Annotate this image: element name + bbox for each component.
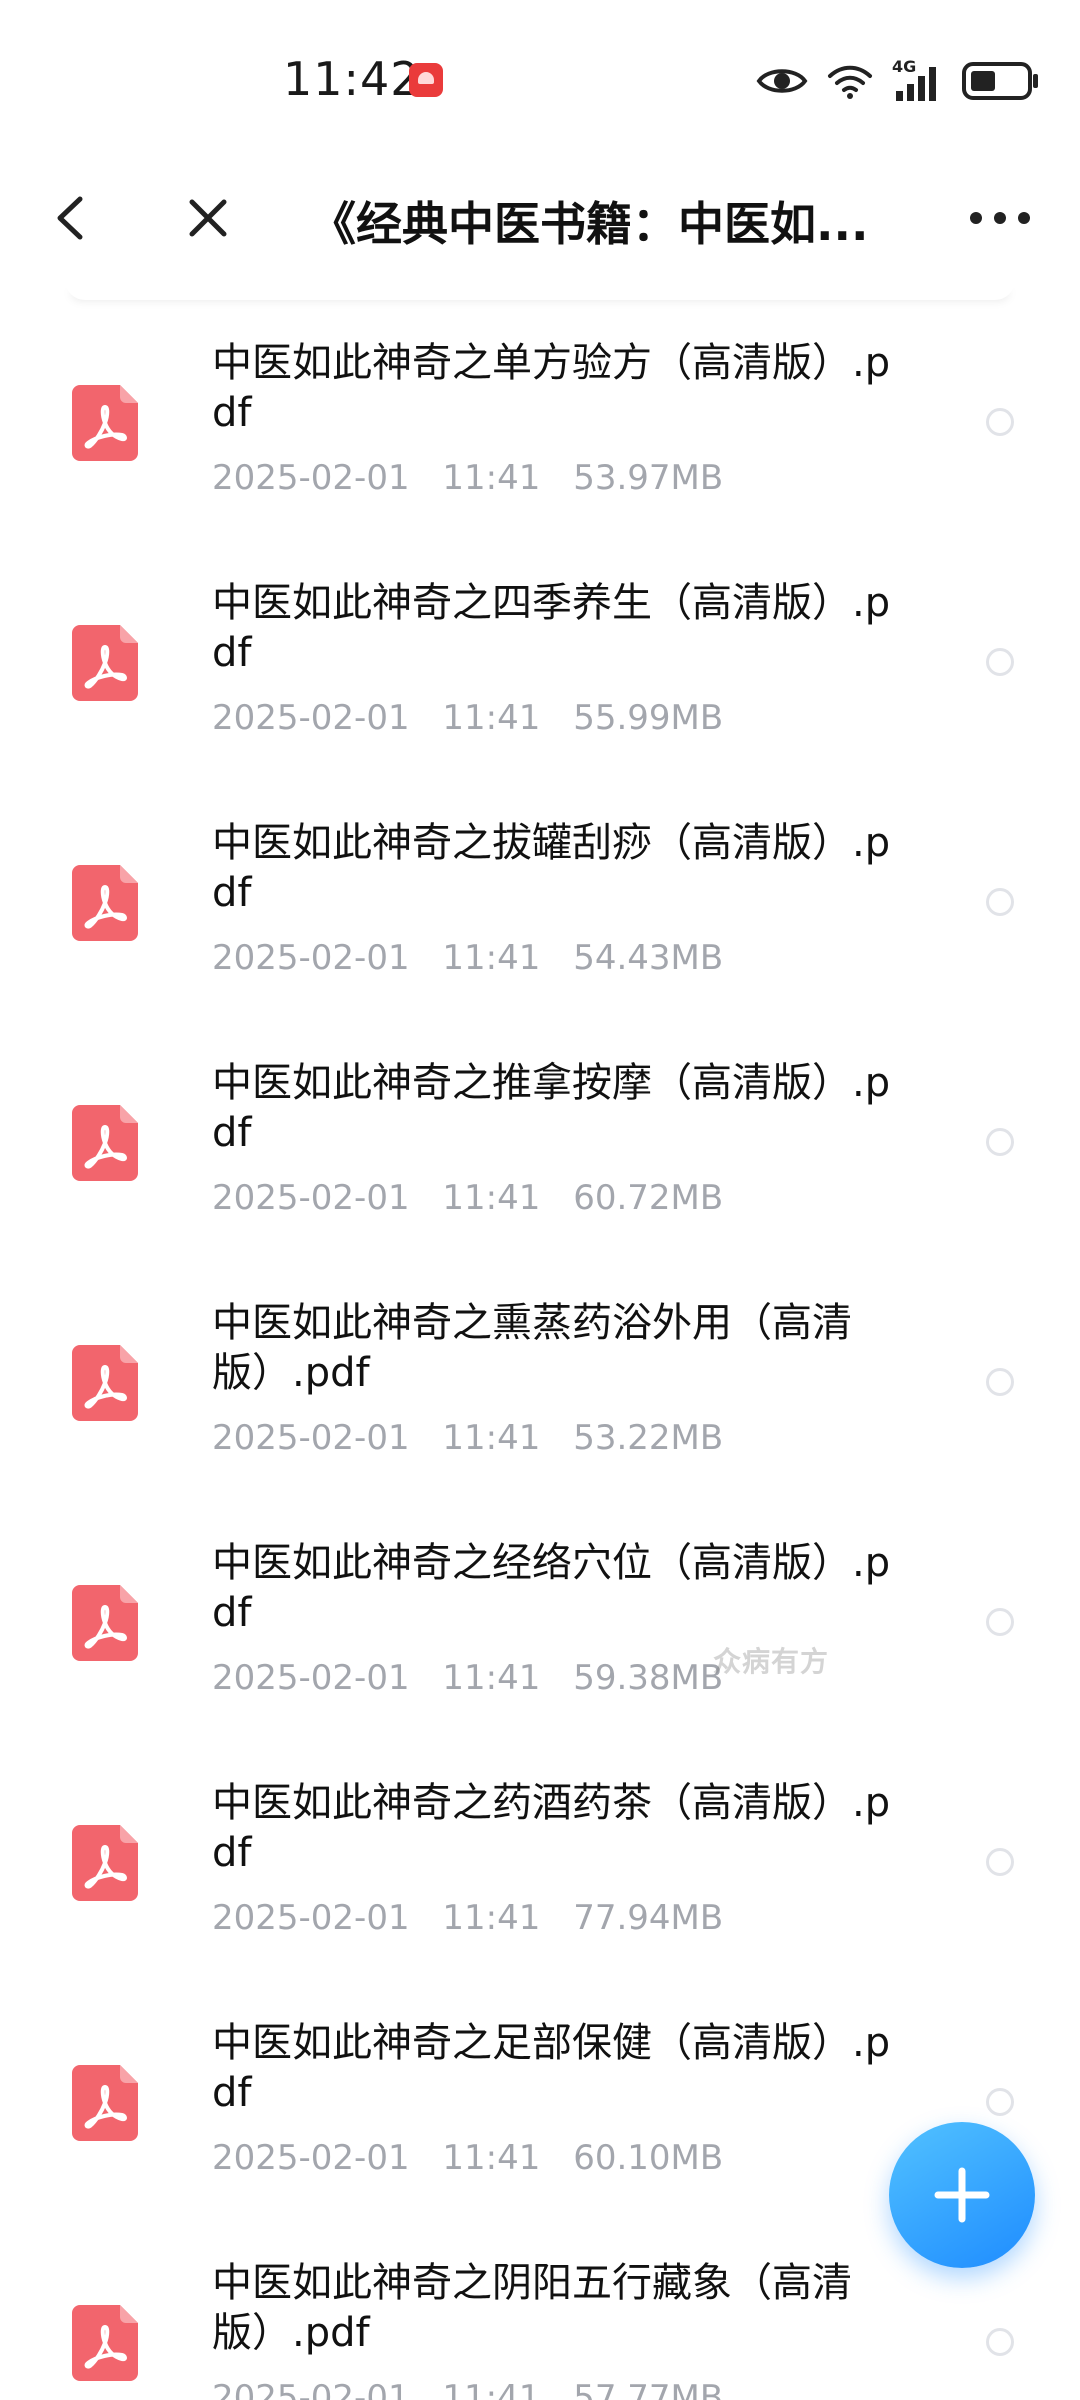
file-meta: 2025-02-01 11:41 77.94MB xyxy=(212,1898,745,1938)
pdf-file-icon xyxy=(72,1585,138,1661)
watermark-text: 众病有方 xyxy=(713,1645,830,1678)
file-size: 53.22MB xyxy=(573,1418,724,1458)
file-list-item[interactable]: 中医如此神奇之经络穴位（高清版）.pdf 2025-02-01 11:41 59… xyxy=(0,1500,1080,1740)
file-meta: 2025-02-01 11:41 59.38MB xyxy=(212,1658,745,1698)
battery-icon xyxy=(962,62,1038,100)
title-bar: 《经典中医书籍：中医如... xyxy=(0,150,1080,280)
file-date: 2025-02-01 xyxy=(212,938,410,978)
file-date: 2025-02-01 xyxy=(212,1178,410,1218)
file-list[interactable]: 中医如此神奇之单方验方（高清版）.pdf 2025-02-01 11:41 53… xyxy=(0,300,1080,2400)
select-radio[interactable] xyxy=(986,1368,1014,1396)
select-radio[interactable] xyxy=(986,408,1014,436)
file-date: 2025-02-01 xyxy=(212,698,410,738)
file-name: 中医如此神奇之单方验方（高清版）.pdf xyxy=(212,340,891,436)
file-size: 54.43MB xyxy=(573,938,724,978)
file-name: 中医如此神奇之经络穴位（高清版）.pdf xyxy=(212,1540,891,1636)
chevron-left-icon xyxy=(57,196,83,240)
file-name: 中医如此神奇之拔罐刮痧（高清版）.pdf xyxy=(212,820,891,916)
file-name: 中医如此神奇之药酒药茶（高清版）.pdf xyxy=(212,1780,891,1876)
file-list-item[interactable]: 中医如此神奇之推拿按摩（高清版）.pdf 2025-02-01 11:41 60… xyxy=(0,1020,1080,1260)
wifi-icon xyxy=(828,65,872,99)
pdf-file-icon xyxy=(72,1105,138,1181)
status-icons: 4G xyxy=(756,56,1040,106)
file-date: 2025-02-01 xyxy=(212,2378,410,2400)
file-name: 中医如此神奇之足部保健（高清版）.pdf xyxy=(212,2020,891,2116)
pdf-file-icon xyxy=(72,625,138,701)
file-time: 11:41 xyxy=(442,1178,541,1218)
pdf-file-icon xyxy=(72,865,138,941)
file-name: 中医如此神奇之四季养生（高清版）.pdf xyxy=(212,580,891,676)
file-size: 60.10MB xyxy=(573,2138,724,2178)
file-time: 11:41 xyxy=(442,2378,541,2400)
select-radio[interactable] xyxy=(986,1128,1014,1156)
file-size: 77.94MB xyxy=(573,1898,724,1938)
pdf-file-icon xyxy=(72,385,138,461)
file-list-item[interactable]: 中医如此神奇之四季养生（高清版）.pdf 2025-02-01 11:41 55… xyxy=(0,540,1080,780)
file-size: 59.38MB xyxy=(573,1658,724,1698)
select-radio[interactable] xyxy=(986,1848,1014,1876)
select-radio[interactable] xyxy=(986,2328,1014,2356)
cellular-signal: 4G xyxy=(892,57,944,103)
file-time: 11:41 xyxy=(442,2138,541,2178)
file-time: 11:41 xyxy=(442,938,541,978)
page-title: 《经典中医书籍：中医如... xyxy=(310,197,869,251)
plus-icon xyxy=(934,2167,990,2223)
file-meta: 2025-02-01 11:41 55.99MB xyxy=(212,698,745,738)
file-meta: 2025-02-01 11:41 60.72MB xyxy=(212,1178,745,1218)
file-list-item[interactable]: 中医如此神奇之药酒药茶（高清版）.pdf 2025-02-01 11:41 77… xyxy=(0,1740,1080,1980)
file-size: 55.99MB xyxy=(573,698,724,738)
file-list-item[interactable]: 中医如此神奇之单方验方（高清版）.pdf 2025-02-01 11:41 53… xyxy=(0,300,1080,540)
file-name: 中医如此神奇之熏蒸药浴外用（高清版）.pdf xyxy=(212,1300,852,1396)
file-meta: 2025-02-01 11:41 60.10MB xyxy=(212,2138,745,2178)
select-radio[interactable] xyxy=(986,648,1014,676)
file-size: 60.72MB xyxy=(573,1178,724,1218)
status-bar: 11:42 4G xyxy=(0,0,1080,150)
file-meta: 2025-02-01 11:41 53.22MB xyxy=(212,1418,745,1458)
file-time: 11:41 xyxy=(442,1418,541,1458)
eye-icon xyxy=(756,69,808,93)
file-meta: 2025-02-01 11:41 57.77MB xyxy=(212,2378,745,2400)
file-date: 2025-02-01 xyxy=(212,458,410,498)
file-date: 2025-02-01 xyxy=(212,1418,410,1458)
signal-bars-icon xyxy=(896,67,936,101)
file-time: 11:41 xyxy=(442,458,541,498)
add-button[interactable] xyxy=(889,2122,1035,2268)
pdf-file-icon xyxy=(72,1345,138,1421)
file-list-item[interactable]: 中医如此神奇之拔罐刮痧（高清版）.pdf 2025-02-01 11:41 54… xyxy=(0,780,1080,1020)
select-radio[interactable] xyxy=(986,2088,1014,2116)
select-radio[interactable] xyxy=(986,1608,1014,1636)
back-button[interactable] xyxy=(30,178,110,258)
file-meta: 2025-02-01 11:41 54.43MB xyxy=(212,938,745,978)
file-date: 2025-02-01 xyxy=(212,2138,410,2178)
status-time: 11:42 xyxy=(283,52,421,106)
file-list-item[interactable]: 中医如此神奇之熏蒸药浴外用（高清版）.pdf 2025-02-01 11:41 … xyxy=(0,1260,1080,1500)
app-notification-icon xyxy=(409,63,443,97)
close-button[interactable] xyxy=(168,178,248,258)
file-size: 53.97MB xyxy=(573,458,724,498)
file-size: 57.77MB xyxy=(573,2378,724,2400)
more-options-button[interactable] xyxy=(950,178,1050,258)
file-date: 2025-02-01 xyxy=(212,1898,410,1938)
file-name: 中医如此神奇之推拿按摩（高清版）.pdf xyxy=(212,1060,891,1156)
select-radio[interactable] xyxy=(986,888,1014,916)
file-date: 2025-02-01 xyxy=(212,1658,410,1698)
file-name: 中医如此神奇之阴阳五行藏象（高清版）.pdf xyxy=(212,2260,852,2356)
file-time: 11:41 xyxy=(442,1658,541,1698)
more-dots-icon xyxy=(970,212,1030,224)
file-time: 11:41 xyxy=(442,698,541,738)
close-icon xyxy=(189,199,227,237)
pdf-file-icon xyxy=(72,2305,138,2381)
file-time: 11:41 xyxy=(442,1898,541,1938)
pdf-file-icon xyxy=(72,1825,138,1901)
file-browser-screen: 11:42 4G 《经典中医书籍：中医如... 中医如此神奇之单方验方（高清版）… xyxy=(0,0,1080,2400)
card-edge xyxy=(65,278,1015,300)
pdf-file-icon xyxy=(72,2065,138,2141)
file-meta: 2025-02-01 11:41 53.97MB xyxy=(212,458,745,498)
